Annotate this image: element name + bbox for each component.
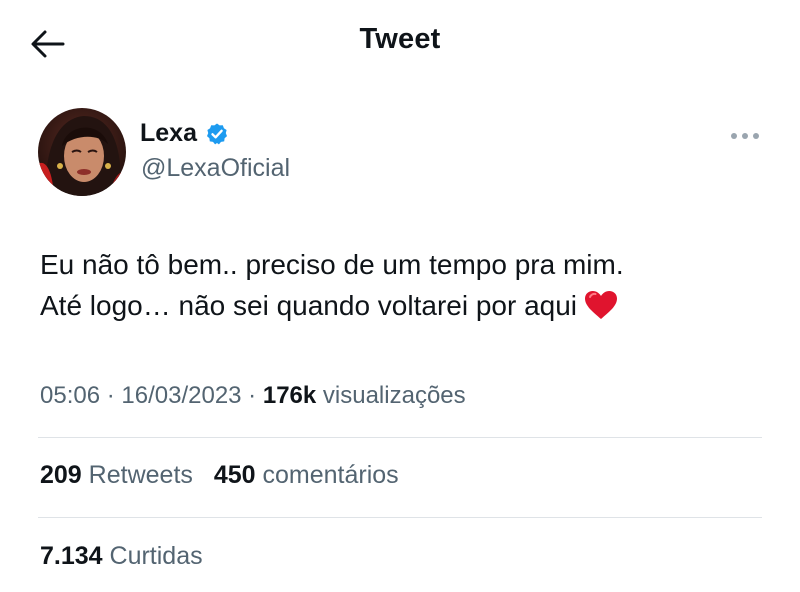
verified-badge-icon xyxy=(206,123,227,144)
divider xyxy=(38,437,762,438)
comments-label: comentários xyxy=(262,461,399,489)
retweets-label: Retweets xyxy=(88,461,193,489)
avatar-image xyxy=(38,108,126,196)
meta-separator: · xyxy=(241,382,263,409)
author-handle[interactable]: @LexaOficial xyxy=(141,154,290,183)
red-heart-icon xyxy=(583,289,619,332)
tweet-line-text: Até logo… não sei quando voltarei por aq… xyxy=(40,290,578,321)
display-name[interactable]: Lexa xyxy=(140,119,197,148)
more-options-button[interactable] xyxy=(725,124,765,148)
page-title: Tweet xyxy=(359,23,441,55)
author-name-row: Lexa xyxy=(140,119,229,148)
likes-count: 7.134 xyxy=(40,542,103,570)
tweet-line: Até logo… não sei quando voltarei por aq… xyxy=(40,285,760,332)
comments-stat[interactable]: 450 comentários xyxy=(214,461,399,490)
tweet-meta: 05:06 · 16/03/2023 · 176k visualizações xyxy=(40,382,466,410)
tweet-text: Eu não tô bem.. preciso de um tempo pra … xyxy=(40,244,760,332)
likes-stat[interactable]: 7.134 Curtidas xyxy=(40,542,203,571)
tweet-time[interactable]: 05:06 xyxy=(40,382,100,409)
tweet-date[interactable]: 16/03/2023 xyxy=(121,382,241,409)
tweet-line: Eu não tô bem.. preciso de um tempo pra … xyxy=(40,249,624,280)
divider xyxy=(38,517,762,518)
comments-count: 450 xyxy=(213,461,256,489)
engagement-stats: 209 Retweets 450 comentários xyxy=(40,461,413,490)
avatar[interactable] xyxy=(38,108,126,196)
retweets-count: 209 xyxy=(40,461,82,489)
views-count: 176k xyxy=(262,382,317,409)
meta-separator: · xyxy=(100,382,122,409)
more-dots-icon xyxy=(731,133,759,139)
likes-stats: 7.134 Curtidas xyxy=(40,542,217,571)
likes-label: Curtidas xyxy=(109,542,203,570)
views-label: visualizações xyxy=(322,382,466,409)
retweets-stat[interactable]: 209 Retweets xyxy=(40,461,193,490)
